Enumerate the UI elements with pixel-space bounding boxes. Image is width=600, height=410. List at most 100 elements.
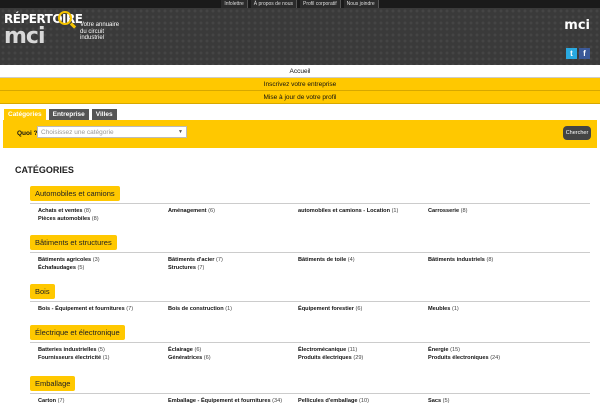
subcategory-count: (8) (84, 208, 91, 214)
subcategory-label: automobiles et camions - Location (298, 208, 390, 214)
subcategory-count: (7) (215, 257, 223, 263)
subcategory-link[interactable]: Échafaudages (5) (38, 265, 84, 271)
subcategory-link[interactable]: Éclairage (6) (168, 347, 201, 353)
category-select[interactable]: Choisissez une catégorie ▼ (37, 126, 187, 138)
subcategory-link[interactable]: Bâtiments agricoles (3) (38, 257, 100, 263)
site-header: RÉPERTOIRE mci Votre annuaire du circuit… (0, 8, 600, 65)
subcategory-link[interactable]: Produits électroniques (24) (428, 355, 500, 361)
subcategory-link[interactable]: Bâtiments industriels (8) (428, 257, 493, 263)
subcategory-link[interactable]: Produits électriques (29) (298, 355, 363, 361)
twitter-icon[interactable]: t (566, 48, 577, 59)
subcategory-label: Bâtiments de toile (298, 257, 347, 263)
category-heading[interactable]: Automobiles et camions (30, 186, 120, 201)
subcategory-link[interactable]: Bois - Équipement et fournitures (7) (38, 306, 133, 312)
subcategory-link[interactable]: Structures (7) (168, 265, 204, 271)
brand-logo-right[interactable]: mci (564, 18, 590, 33)
subcategory-link[interactable]: Bâtiments d'acier (7) (168, 257, 223, 263)
subcategory-link[interactable]: Équipement forestier (6) (298, 306, 362, 312)
subcategory-label: Sacs (428, 398, 442, 404)
category-heading[interactable]: Emballage (30, 376, 76, 391)
subcategory-label: Fournisseurs électricité (38, 355, 102, 361)
subcategory-label: Éclairage (168, 347, 193, 353)
subcategory-link[interactable]: Batteries industrielles (5) (38, 347, 105, 353)
subcategory-count: (6) (208, 208, 215, 214)
subcategory-count: (7) (57, 398, 65, 404)
subcategory-count: (8) (91, 216, 99, 222)
subcategory-count: (5) (442, 398, 450, 404)
subcategory-count: (6) (203, 355, 211, 361)
subcategory-grid: Bois - Équipement et fournitures (7) Bois… (38, 306, 588, 318)
subcategory-label: Produits électroniques (428, 355, 489, 361)
subcategory-label: Carrosserie (428, 208, 460, 214)
category-divider (30, 252, 590, 253)
subcategory-label: Pièces automobiles (38, 216, 91, 222)
subcategory-grid: Bâtiments agricoles (3) Bâtiments d'acier… (38, 257, 588, 277)
topbar-link-a-propos[interactable]: À propos de nous (250, 0, 297, 8)
subcategory-link[interactable]: Pièces automobiles (8) (38, 216, 99, 222)
category-heading[interactable]: Électrique et électronique (30, 325, 125, 340)
subcategory-label: Bois de construction (168, 306, 224, 312)
category-divider (30, 393, 590, 394)
subcategory-label: Aménagement (168, 208, 207, 214)
subcategory-link[interactable]: Bois de construction (1) (168, 306, 232, 312)
subcategory-label: Meubles (428, 306, 451, 312)
subcategory-link[interactable]: Pellicules d'emballage (10) (298, 398, 369, 404)
subcategory-count: (3) (92, 257, 100, 263)
subcategory-count: (1) (451, 306, 459, 312)
category-select-placeholder: Choisissez une catégorie (41, 129, 114, 136)
category-heading[interactable]: Bâtiments et structures (30, 235, 117, 250)
logo-mci-text[interactable]: mci (4, 24, 46, 49)
subcategory-link[interactable]: Carton (7) (38, 398, 64, 404)
subcategory-label: Bâtiments agricoles (38, 257, 92, 263)
subcategory-count: (1) (391, 208, 399, 214)
topbar-link-infolettre[interactable]: Infolettre (221, 0, 248, 8)
subcategory-count: (11) (347, 347, 358, 353)
subcategory-label: Carton (38, 398, 57, 404)
tab-villes[interactable]: Villes (91, 109, 117, 120)
category-section: Bâtiments et structures Bâtiments agricol… (30, 232, 590, 277)
category-section: Bois Bois - Équipement et fournitures (7)… (30, 281, 590, 318)
page-title: CATÉGORIES (15, 165, 74, 175)
subcategory-label: Achats et ventes (38, 208, 83, 214)
subcategory-count: (4) (347, 257, 355, 263)
nav-inscrivez[interactable]: Inscrivez votre entreprise (0, 78, 600, 91)
subcategory-grid: Achats et ventes (8) Aménagement (6) autom… (38, 208, 588, 228)
social-links: t f (566, 48, 590, 59)
facebook-icon[interactable]: f (579, 48, 590, 59)
subcategory-count: (1) (102, 355, 110, 361)
subcategory-count: (29) (353, 355, 364, 361)
search-button[interactable]: Chercher (563, 126, 591, 140)
topbar-link-nous-joindre[interactable]: Nous joindre (343, 0, 379, 8)
topbar-link-profil[interactable]: Profil corporatif (299, 0, 341, 8)
subcategory-label: Batteries industrielles (38, 347, 97, 353)
subcategory-count: (6) (355, 306, 363, 312)
category-heading[interactable]: Bois (30, 284, 55, 299)
subcategory-label: Produits électriques (298, 355, 352, 361)
subcategory-count: (7) (126, 306, 134, 312)
subcategory-link[interactable]: Meubles (1) (428, 306, 459, 312)
subcategory-link[interactable]: Emballage - Équipement et fournitures (3… (168, 398, 282, 404)
search-bar: Quoi ? Choisissez une catégorie ▼ Cherch… (3, 120, 597, 148)
subcategory-count: (15) (450, 347, 461, 353)
subcategory-link[interactable]: automobiles et camions - Location (1) (298, 208, 398, 214)
subcategory-link[interactable]: Achats et ventes (8) (38, 208, 91, 214)
subcategory-link[interactable]: Électromécanique (11) (298, 347, 357, 353)
subcategory-link[interactable]: Sacs (5) (428, 398, 449, 404)
tab-categories[interactable]: Catégories (4, 109, 46, 120)
subcategory-link[interactable]: Fournisseurs électricité (1) (38, 355, 110, 361)
subcategory-link[interactable]: Aménagement (6) (168, 208, 215, 214)
subcategory-label: Électromécanique (298, 347, 347, 353)
subcategory-link[interactable]: Carrosserie (8) (428, 208, 468, 214)
subcategory-count: (5) (77, 265, 85, 271)
subcategory-count: (24) (490, 355, 501, 361)
chevron-down-icon: ▼ (178, 129, 183, 135)
subcategory-count: (1) (225, 306, 233, 312)
nav-accueil[interactable]: Accueil (0, 65, 600, 78)
subcategory-link[interactable]: Bâtiments de toile (4) (298, 257, 355, 263)
nav-mise-a-jour[interactable]: Mise à jour de votre profil (0, 91, 600, 104)
subcategory-label: Énergie (428, 347, 449, 353)
subcategory-label: Bois - Équipement et fournitures (38, 306, 125, 312)
tab-entreprise[interactable]: Entreprise (48, 109, 89, 120)
subcategory-link[interactable]: Énergie (15) (428, 347, 460, 353)
subcategory-link[interactable]: Génératrices (6) (168, 355, 211, 361)
